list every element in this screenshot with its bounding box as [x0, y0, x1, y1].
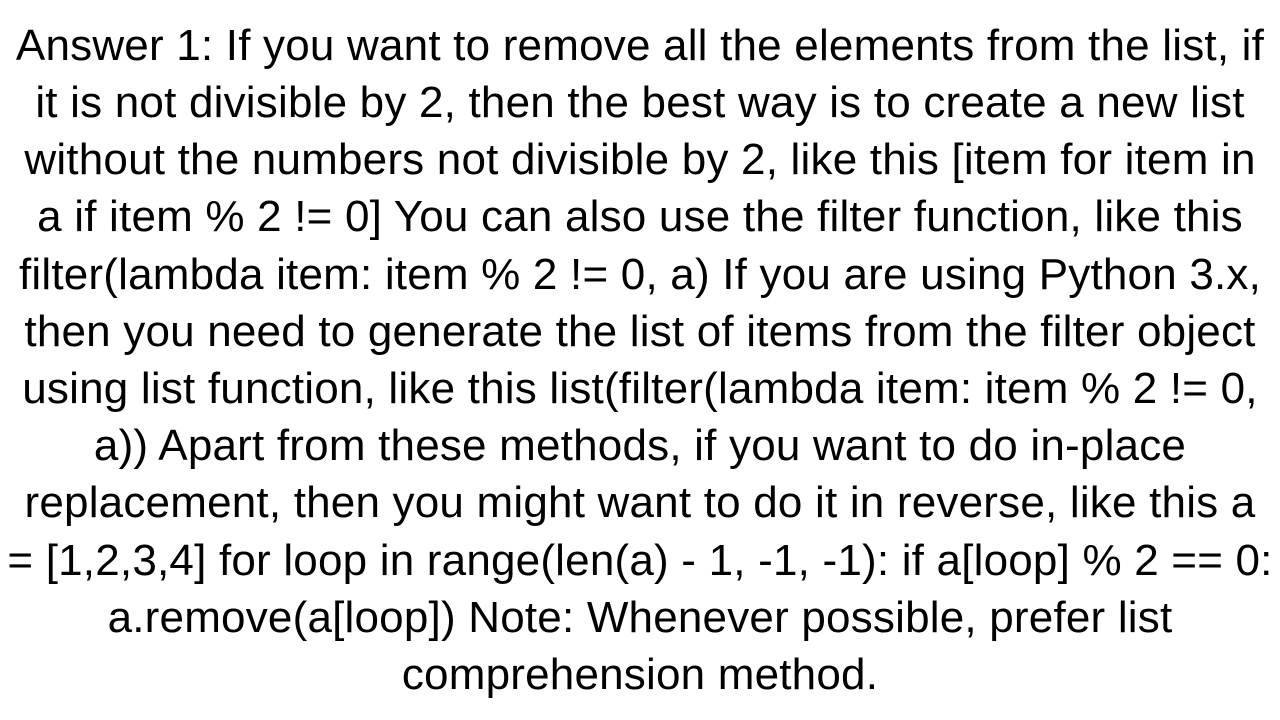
answer-body-text: Answer 1: If you want to remove all the …	[0, 17, 1280, 703]
document-page: Answer 1: If you want to remove all the …	[0, 0, 1280, 720]
